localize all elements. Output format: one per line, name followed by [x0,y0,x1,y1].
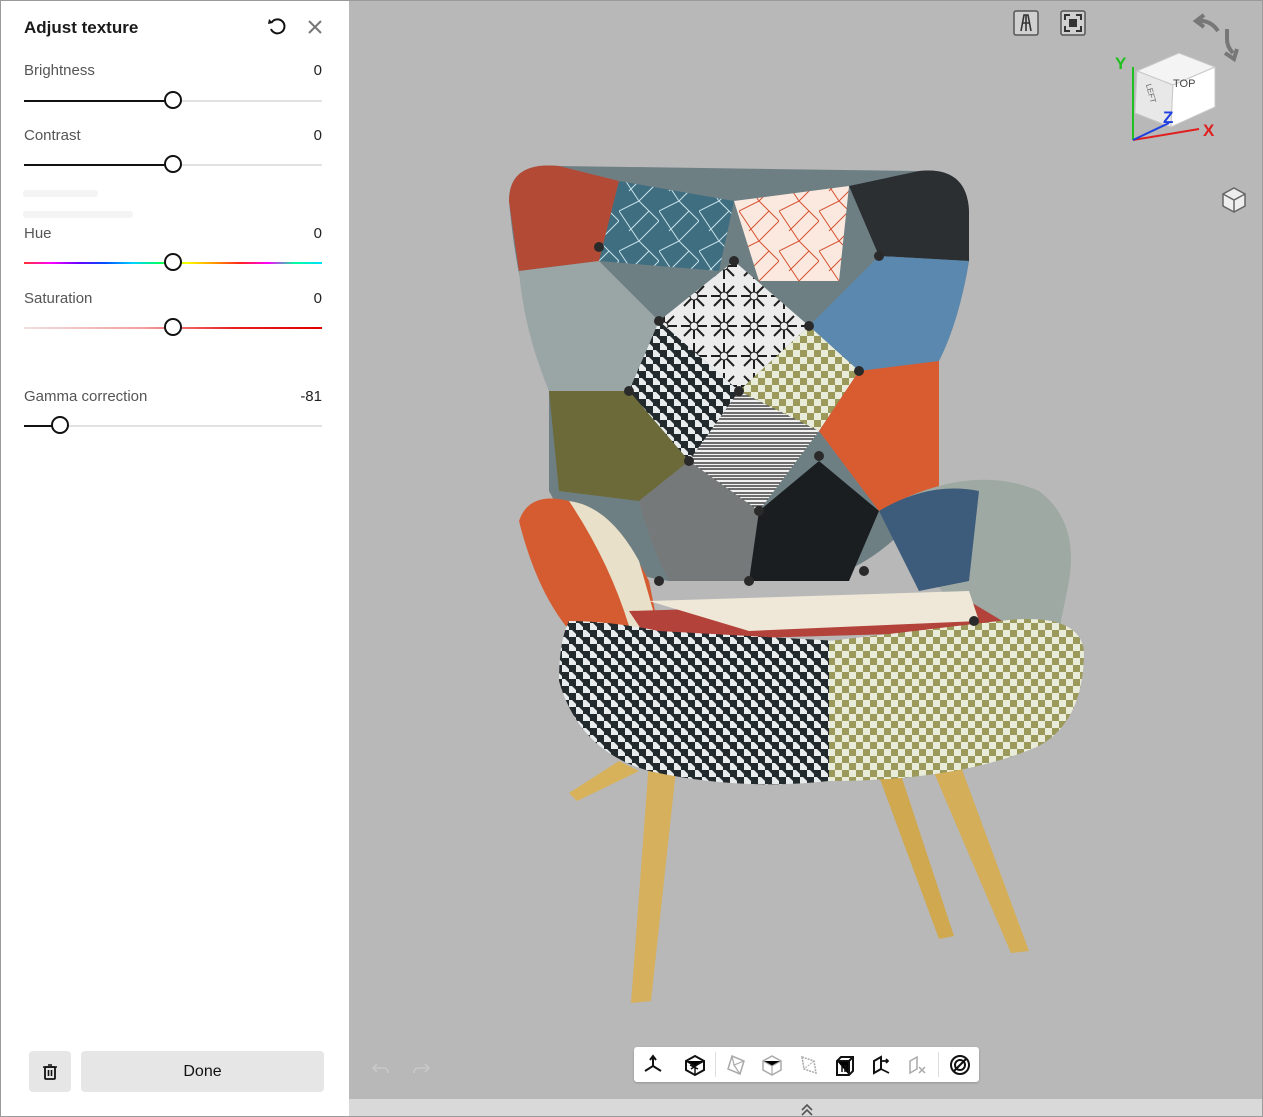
3d-viewport[interactable]: TOP LEFT Y X Z [349,1,1262,1117]
contrast-thumb[interactable] [164,155,182,173]
axis-y-label: Y [1115,54,1127,73]
redo-icon[interactable] [411,1059,431,1079]
axis-x-label: X [1203,121,1215,140]
gamma-value: -81 [300,388,322,405]
hue-label: Hue [24,225,52,242]
shaded-icon[interactable] [760,1053,784,1077]
done-button[interactable]: Done [81,1051,324,1092]
adjust-texture-panel: Adjust texture Brightness 0 Contrast 0 H… [1,1,349,1116]
gamma-label: Gamma correction [24,388,148,405]
chair-model[interactable] [499,161,1099,1021]
textured-box-icon[interactable] [683,1053,707,1077]
close-icon[interactable] [304,16,326,38]
hue-value: 0 [313,225,322,242]
brightness-value: 0 [313,62,322,79]
contrast-label: Contrast [24,127,81,144]
bottom-drawer-handle[interactable] [349,1099,1262,1117]
section-icon[interactable] [869,1053,893,1077]
clear-section-icon[interactable] [905,1053,929,1077]
box-icon[interactable] [833,1053,857,1077]
saturation-slider[interactable] [24,318,322,336]
reset-icon[interactable] [266,16,288,38]
rotate-right-arrow-icon [1223,29,1239,63]
rotate-left-arrow-icon [1192,13,1220,33]
ghost-row [23,190,98,197]
fit-view-icon[interactable] [1060,10,1086,36]
brightness-thumb[interactable] [164,91,182,109]
delete-button[interactable] [29,1051,71,1092]
toolbar-separator [715,1052,716,1077]
brightness-slider[interactable] [24,91,322,109]
brightness-label: Brightness [24,62,95,79]
panel-title: Adjust texture [24,18,139,37]
wireframe-icon[interactable] [796,1053,820,1077]
trash-icon [43,1064,57,1080]
saturation-thumb[interactable] [164,318,182,336]
hue-slider[interactable] [24,253,322,271]
view-toolbar [634,1047,979,1082]
axes-icon[interactable] [641,1053,665,1077]
undo-icon[interactable] [371,1059,391,1079]
saturation-value: 0 [313,290,322,307]
toolbar-separator [938,1052,939,1077]
gamma-thumb[interactable] [50,416,69,434]
solid-icon[interactable] [724,1053,748,1077]
view-cube[interactable]: TOP LEFT Y X Z [1107,9,1247,149]
double-chevron-up-icon[interactable] [799,1101,815,1117]
cube-top-label: TOP [1173,78,1195,90]
ghost-row [23,211,133,218]
contrast-value: 0 [313,127,322,144]
brightness-fill [24,100,173,102]
hue-thumb[interactable] [164,253,182,271]
contrast-fill [24,164,173,166]
texture-rings-icon[interactable] [948,1053,972,1077]
contrast-slider[interactable] [24,155,322,173]
axis-z-label: Z [1163,108,1173,127]
perspective-icon[interactable] [1013,10,1039,36]
gamma-slider[interactable] [24,416,322,434]
saturation-label: Saturation [24,290,93,307]
cube-view-icon[interactable] [1221,187,1247,213]
